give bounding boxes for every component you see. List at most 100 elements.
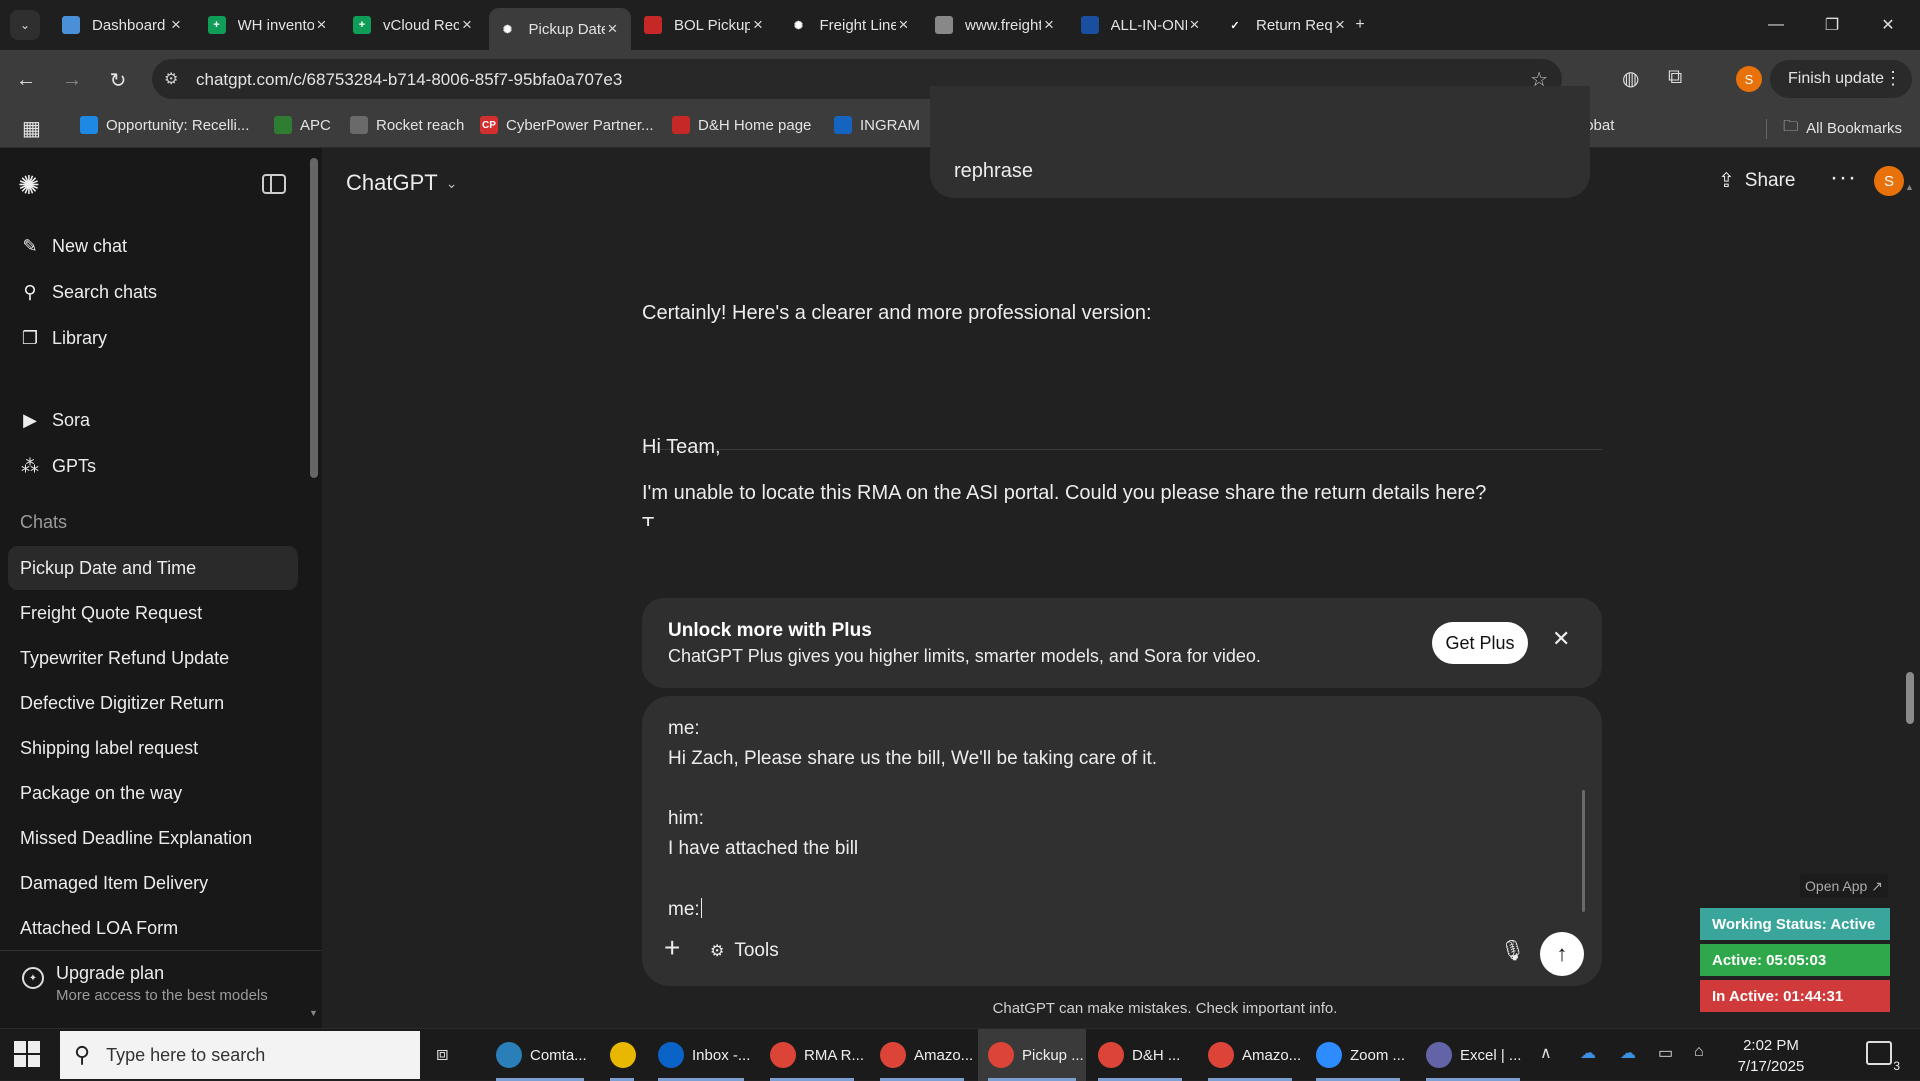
chat-history-item[interactable]: Package on the way [8,771,298,815]
taskbar-app-label: Excel | ... [1460,1046,1522,1064]
avatar[interactable]: S [1874,166,1904,196]
clock-time: 2:02 PM [1743,1037,1799,1054]
minimize-button[interactable]: — [1756,8,1796,42]
bookmark-item[interactable]: CP CyberPower Partner... [480,116,654,134]
taskbar-app-label: Amazo... [914,1046,974,1064]
share-button[interactable]: ⇪ Share [1718,168,1795,193]
taskbar-search-input[interactable]: ⚲ Type here to search [60,1031,420,1079]
taskbar-app-button[interactable]: Comta... [486,1029,594,1081]
taskbar-app-button[interactable]: Amazo... [870,1029,974,1081]
sidebar-toggle-icon[interactable] [262,174,286,194]
composer-scrollbar[interactable] [1582,790,1585,912]
taskbar-app-button[interactable] [600,1029,644,1081]
reload-icon[interactable]: ↻ [102,64,134,96]
network-icon[interactable]: ⌂ [1694,1043,1704,1061]
new-tab-button[interactable]: + [1340,8,1380,42]
browser-tab[interactable]: www.freightc× [925,8,1067,42]
app-icon [658,1042,684,1068]
chatgpt-logo-icon[interactable]: ✺ [18,170,48,200]
restore-button[interactable]: ❐ [1812,8,1852,42]
forward-icon[interactable]: → [56,64,88,96]
bookmark-item[interactable]: INGRAM [834,116,920,134]
chat-history-item[interactable]: Shipping label request [8,726,298,770]
taskbar-app-button[interactable]: RMA R... [760,1029,864,1081]
back-icon[interactable]: ← [10,64,42,96]
chat-history-item[interactable]: Missed Deadline Explanation [8,816,298,860]
apps-grid-icon[interactable]: ▦ [22,116,41,141]
tab-close-icon[interactable]: × [750,15,766,35]
chat-history-item[interactable]: Typewriter Refund Update [8,636,298,680]
taskbar-app-button[interactable]: Inbox -... [648,1029,754,1081]
taskbar-app-button[interactable]: D&H ... [1088,1029,1192,1081]
tab-close-icon[interactable]: × [1041,15,1057,35]
tools-button[interactable]: ⚙ Tools [710,940,779,962]
upgrade-title: Upgrade plan [56,963,165,983]
browser-tab[interactable]: ✺ Pickup Date a× [488,8,631,50]
tab-close-icon[interactable]: × [1187,15,1203,35]
bookmark-label: Rocket reach [376,116,465,134]
bookmark-item[interactable]: Opportunity: Recelli... [80,116,249,134]
globe-icon[interactable]: ◍ [1622,66,1639,91]
chat-history-item[interactable]: Pickup Date and Time [8,546,298,590]
user-message-bubble: rephrase [930,86,1590,198]
sidebar-scrollbar[interactable] [310,158,318,478]
browser-tab[interactable]: Dashboard × [52,8,194,42]
windows-start-icon[interactable] [14,1041,40,1067]
browser-tab[interactable]: ✺ Freight Line T× [780,8,922,42]
assistant-body: I'm unable to locate this RMA on the ASI… [642,482,1487,504]
sidebar-item-search-chats[interactable]: ⚲ Search chats [20,282,157,303]
message-composer[interactable]: me: Hi Zach, Please share us the bill, We… [642,696,1602,986]
model-selector[interactable]: ChatGPT ⌄ [346,170,457,196]
chat-history-item[interactable]: Damaged Item Delivery [8,861,298,905]
taskbar-app-button[interactable]: Excel | ... [1416,1029,1530,1081]
tab-close-icon[interactable]: × [459,15,475,35]
close-icon[interactable]: ✕ [1552,626,1570,652]
app-icon [496,1042,522,1068]
onedrive-business-icon[interactable]: ☁ [1620,1043,1636,1063]
add-attachment-icon[interactable]: + [664,932,680,964]
finish-update-button[interactable]: Finish update ⋮ [1770,60,1912,98]
bookmark-item[interactable]: Rocket reach [350,116,464,134]
chat-history-item[interactable]: Freight Quote Request [8,591,298,635]
bookmark-item[interactable]: APC [274,116,331,134]
browser-profile-avatar[interactable]: S [1736,66,1762,92]
taskbar-app-button[interactable]: Zoom ... [1306,1029,1410,1081]
system-clock[interactable]: 2:02 PM 7/17/2025 [1726,1035,1816,1077]
taskbar-app-button[interactable]: Pickup ... [978,1029,1086,1081]
open-app-button[interactable]: Open App ↗ [1800,874,1888,898]
sidebar-item-gpts[interactable]: ⁂ GPTs [20,456,96,477]
chevron-up-icon[interactable]: ∧ [1540,1043,1552,1063]
battery-icon[interactable]: ▭ [1658,1043,1673,1063]
sidebar-item-new-chat[interactable]: ✎ New chat [20,236,127,257]
tab-close-icon[interactable]: × [605,19,621,39]
scroll-up-arrow-icon[interactable]: ▲ [1905,182,1914,192]
onedrive-icon[interactable]: ☁ [1580,1043,1596,1063]
browser-tab[interactable]: ✓Return Reque× [1216,8,1358,42]
chat-history-item[interactable]: Attached LOA Form [8,906,298,950]
browser-tab[interactable]: + WH inventory× [198,8,340,42]
main-scrollbar[interactable] [1906,672,1914,724]
tab-close-icon[interactable]: × [314,15,330,35]
get-plus-button[interactable]: Get Plus [1432,622,1528,664]
notification-center-icon[interactable]: 3 [1866,1041,1900,1073]
send-button[interactable]: ↑ [1540,932,1584,976]
sidebar-item-sora[interactable]: ▶ Sora [20,410,90,431]
close-window-button[interactable]: ✕ [1868,8,1908,42]
browser-tab[interactable]: BOL Pickup |× [634,8,776,42]
site-info-icon[interactable]: ⚙ [164,69,178,89]
sidebar-item-library[interactable]: ❐ Library [20,328,107,349]
more-options-icon[interactable]: ··· [1830,164,1857,192]
microphone-icon[interactable]: 🎙 [1500,938,1525,963]
bookmark-item[interactable]: D&H Home page [672,116,811,134]
task-view-icon[interactable]: ⧈ [436,1043,449,1066]
browser-tab[interactable]: ALL-IN-ONE I× [1071,8,1213,42]
extensions-icon[interactable]: ⧉ [1668,66,1682,89]
tab-close-icon[interactable]: × [896,15,912,35]
taskbar-app-button[interactable]: Amazo... [1198,1029,1302,1081]
all-bookmarks-button[interactable]: 🗀 All Bookmarks [1766,116,1902,141]
upgrade-plan-button[interactable]: ✦ Upgrade plan More access to the best m… [0,950,322,1028]
tab-close-icon[interactable]: × [168,15,184,35]
browser-tab[interactable]: + vCloud Recei× [343,8,485,42]
tab-search-button[interactable]: ⌄ [10,10,40,40]
chat-history-item[interactable]: Defective Digitizer Return [8,681,298,725]
